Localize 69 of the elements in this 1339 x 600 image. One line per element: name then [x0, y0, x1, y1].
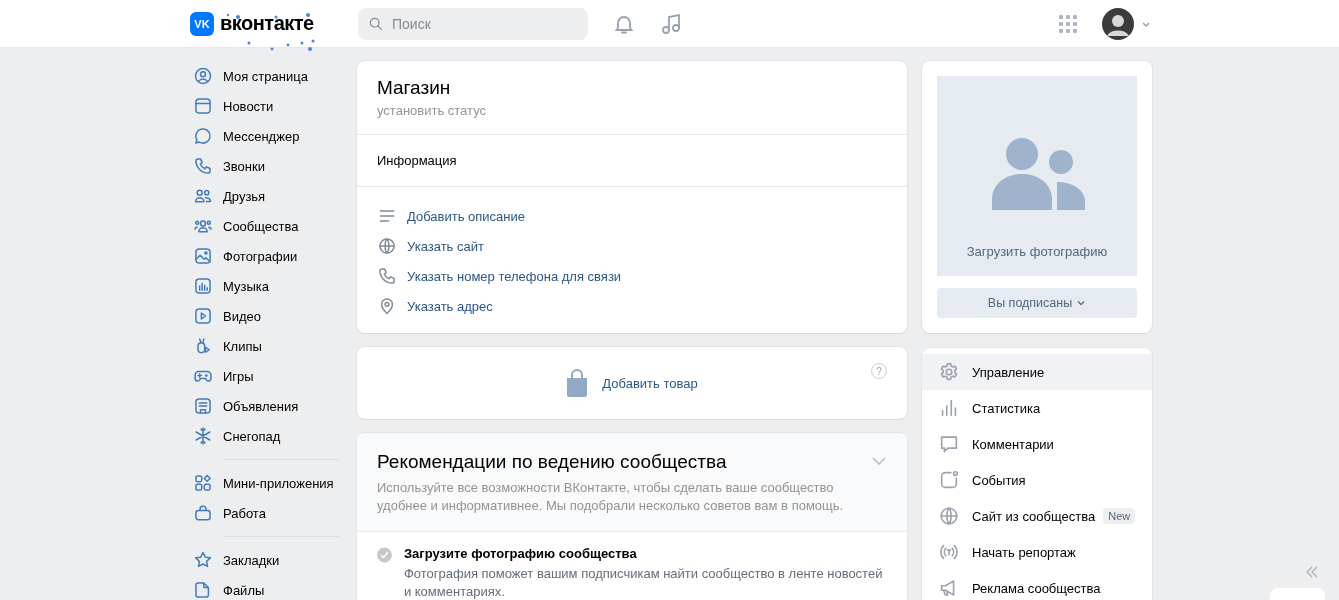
friends-icon	[193, 186, 213, 206]
apps-grid-icon[interactable]	[1059, 14, 1077, 33]
recommendations-description: Используйте все возможности ВКонтакте, чтобы сделать ваше сообщество удобнее и информативнее. Мы подобрали несколько советов вам в помощь.	[377, 479, 845, 515]
sidebar-item[interactable]: Работа	[190, 498, 340, 528]
sidebar-item[interactable]: Снегопад	[190, 421, 340, 451]
info-link[interactable]: Добавить описание	[377, 201, 887, 231]
sidebar-item[interactable]: Сообщества	[190, 211, 340, 241]
star-icon	[193, 550, 213, 570]
sidebar-item[interactable]: Файлы	[190, 575, 340, 600]
upload-photo-text: Загрузить фотографию	[966, 244, 1108, 259]
menu-item[interactable]: Сайт из сообщества New	[922, 498, 1152, 534]
sidebar-item[interactable]: Игры	[190, 361, 340, 391]
comment-icon	[938, 433, 960, 455]
recommendations-title: Рекомендации по ведению сообщества	[377, 451, 728, 473]
new-badge: New	[1103, 508, 1136, 524]
video-icon	[193, 306, 213, 326]
sidebar-item[interactable]: Объявления	[190, 391, 340, 421]
briefcase-icon	[193, 503, 213, 523]
sidebar-item[interactable]: Друзья	[190, 181, 340, 211]
sidebar-item[interactable]: Клипы	[190, 331, 340, 361]
search-field[interactable]: Поиск	[358, 7, 588, 40]
add-product-link[interactable]: Добавить товар	[566, 369, 698, 397]
info-link[interactable]: Указать сайт	[377, 231, 887, 261]
section-title: Информация	[357, 135, 907, 187]
menu-item[interactable]: Управление	[922, 354, 1152, 390]
listing-icon	[193, 396, 213, 416]
sidebar-item[interactable]: Закладки	[190, 545, 340, 575]
menu-item[interactable]: Статистика	[922, 390, 1152, 426]
photo-placeholder[interactable]: Загрузить фотографию	[937, 76, 1137, 276]
caret-icon	[1076, 298, 1087, 308]
logo-mark[interactable]: VK	[190, 11, 214, 36]
event-icon	[938, 469, 960, 491]
community-title: Магазин	[377, 77, 452, 99]
tip-text: Фотография поможет вашим подписчикам найти сообщество в ленте новостей и комментариях.	[403, 565, 884, 600]
account-menu-button[interactable]	[1102, 7, 1152, 40]
shopping-bag-icon	[566, 369, 589, 397]
sidebar-item[interactable]: Видео	[190, 301, 340, 331]
sidebar-item[interactable]: Звонки	[190, 151, 340, 181]
people-icon	[989, 138, 1085, 210]
chat-icon	[193, 126, 213, 146]
menu-item[interactable]: События	[922, 462, 1152, 498]
user-icon	[193, 66, 213, 86]
info-link[interactable]: Указать номер телефона для связи	[377, 261, 887, 291]
snowflake-icon	[193, 426, 213, 446]
sidebar-item[interactable]: Музыка	[190, 271, 340, 301]
globe-icon	[938, 505, 960, 527]
sidebar-item[interactable]: Фотографии	[190, 241, 340, 271]
sidebar-item[interactable]: Моя страница	[190, 61, 340, 91]
music-note-icon[interactable]	[659, 11, 683, 36]
settings-icon	[938, 361, 960, 383]
double-chevron-icon[interactable]	[1305, 566, 1319, 578]
menu-item[interactable]: Реклама сообщества	[922, 570, 1152, 600]
sidebar-item[interactable]: Новости	[190, 91, 340, 121]
globe-icon	[377, 236, 397, 256]
music-icon	[193, 276, 213, 296]
info-link[interactable]: Указать адрес	[377, 291, 887, 321]
logo-wordmark[interactable]: вконтакте	[220, 12, 314, 35]
menu-item[interactable]: Комментарии	[922, 426, 1152, 462]
avatar	[1102, 7, 1134, 40]
menu-item[interactable]: Начать репортаж	[922, 534, 1152, 570]
apps-icon	[193, 473, 213, 493]
phone-icon	[193, 156, 213, 176]
phone-icon	[377, 266, 397, 286]
tip-title: Загрузите фотографию сообщества	[403, 546, 638, 561]
subscribed-button[interactable]: Вы подписаны	[937, 288, 1137, 318]
sidebar-item[interactable]: Мессенджер	[190, 121, 340, 151]
photo-icon	[193, 246, 213, 266]
news-icon	[193, 96, 213, 116]
sidebar-item[interactable]: Мини-приложения	[190, 468, 340, 498]
